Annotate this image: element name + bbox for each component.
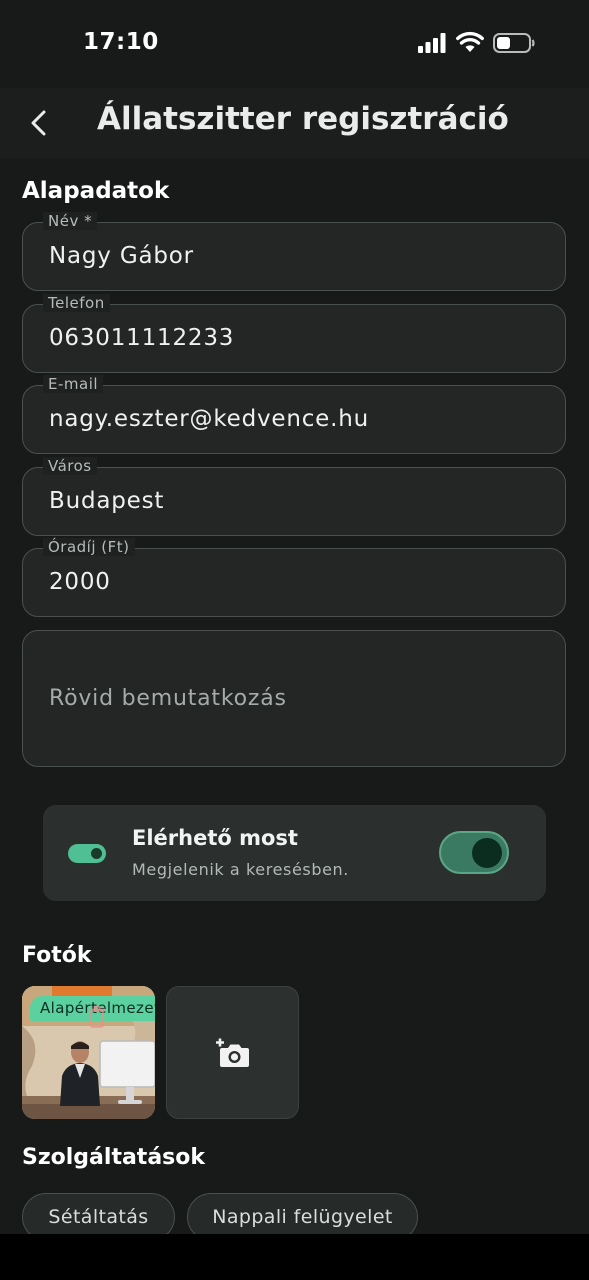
- hourly-rate-field[interactable]: Óradíj (Ft) 2000: [22, 538, 566, 617]
- back-button[interactable]: [22, 106, 56, 140]
- intro-placeholder: Rövid bemutatkozás: [49, 686, 287, 711]
- city-value: Budapest: [49, 488, 165, 514]
- name-field[interactable]: Név * Nagy Gábor: [22, 212, 566, 291]
- city-label: Város: [43, 457, 97, 475]
- email-label: E-mail: [43, 375, 104, 393]
- section-title-photos: Fotók: [22, 943, 92, 968]
- battery-icon: [493, 33, 535, 53]
- cellular-signal-icon: [418, 33, 446, 53]
- system-navigation-bar: [0, 1234, 589, 1280]
- status-time: 17:10: [83, 29, 159, 55]
- availability-card: Elérhető most Megjelenik a keresésben.: [43, 805, 546, 901]
- name-label: Név *: [43, 212, 98, 230]
- switch-knob: [472, 838, 502, 868]
- section-title-services: Szolgáltatások: [22, 1145, 206, 1170]
- toggle-on-icon: [68, 844, 106, 863]
- email-value: nagy.eszter@kedvence.hu: [49, 406, 369, 432]
- intro-textarea[interactable]: Rövid bemutatkozás: [22, 630, 566, 767]
- availability-switch[interactable]: [439, 831, 509, 874]
- trash-icon[interactable]: [89, 1006, 105, 1028]
- city-field[interactable]: Város Budapest: [22, 457, 566, 536]
- phone-field[interactable]: Telefon 063011112233: [22, 294, 566, 373]
- availability-title: Elérhető most: [132, 826, 298, 850]
- app-bar: Állatszitter regisztráció: [0, 88, 589, 158]
- name-value: Nagy Gábor: [49, 243, 194, 269]
- availability-subtitle: Megjelenik a keresésben.: [132, 860, 349, 879]
- hourly-rate-label: Óradíj (Ft): [43, 538, 135, 556]
- hourly-rate-value: 2000: [49, 569, 111, 595]
- section-title-basic: Alapadatok: [22, 178, 170, 204]
- chevron-left-icon: [31, 110, 46, 136]
- email-field[interactable]: E-mail nagy.eszter@kedvence.hu: [22, 375, 566, 454]
- status-bar: 17:10: [0, 0, 589, 88]
- phone-label: Telefon: [43, 294, 110, 312]
- add-photo-button[interactable]: [166, 986, 299, 1119]
- phone-value: 063011112233: [49, 325, 235, 351]
- wifi-icon: [456, 31, 484, 52]
- page-title: Állatszitter regisztráció: [97, 101, 509, 137]
- add-photo-icon: [215, 1038, 249, 1067]
